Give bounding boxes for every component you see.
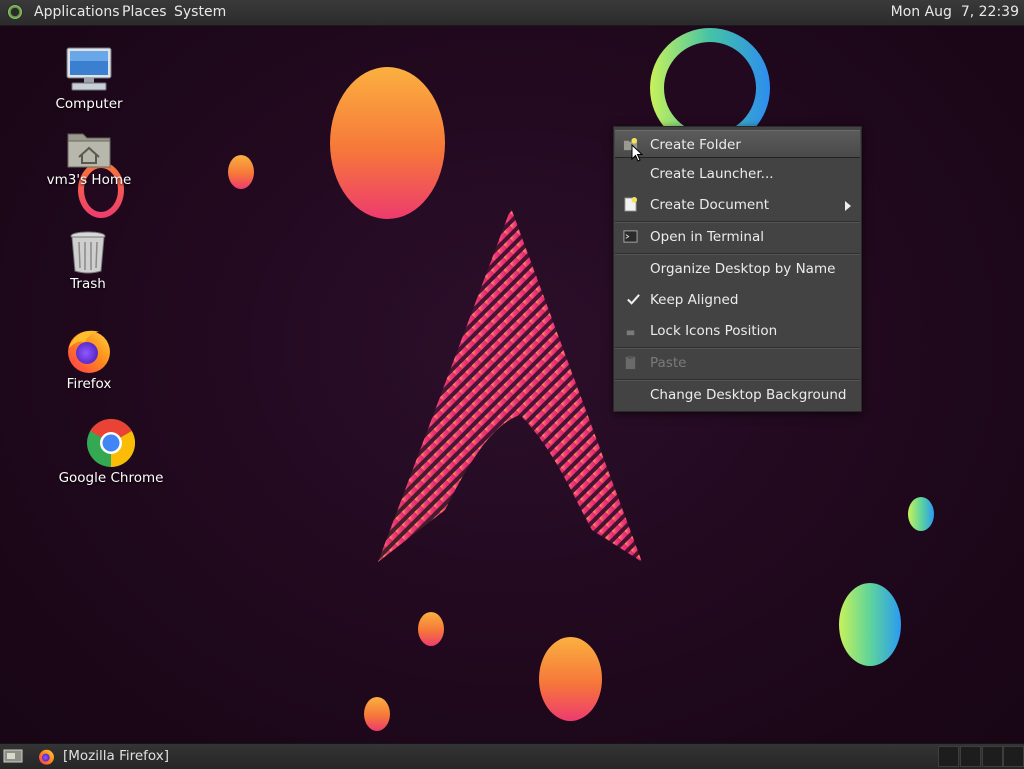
menu-item-label: Paste	[650, 355, 687, 371]
workspace-3[interactable]	[982, 746, 1003, 767]
menu-item-label: Open in Terminal	[650, 229, 764, 245]
desktop-context-menu: Create Folder Create Launcher... Create …	[613, 126, 862, 412]
taskbar-button-firefox[interactable]: [Mozilla Firefox]	[32, 746, 332, 767]
desktop-icon-label: Computer	[55, 96, 123, 112]
desktop-icon-firefox[interactable]: Firefox	[52, 326, 126, 392]
menu-item-label: Change Desktop Background	[650, 387, 847, 403]
wallpaper-bubble	[908, 497, 934, 531]
home-folder-icon	[67, 133, 111, 168]
workspace-2[interactable]	[960, 746, 981, 767]
menu-item-label: Lock Icons Position	[650, 323, 778, 339]
desktop-icon-label: Trash	[70, 276, 106, 292]
menu-item-change-background[interactable]: Change Desktop Background	[615, 381, 860, 409]
menu-item-create-launcher[interactable]: Create Launcher...	[615, 160, 860, 188]
trash-icon	[70, 231, 106, 274]
menu-item-label: Create Folder	[650, 137, 741, 153]
firefox-icon	[39, 749, 54, 765]
firefox-icon	[68, 330, 110, 373]
menu-item-open-terminal[interactable]: Open in Terminal	[615, 223, 860, 251]
submenu-arrow-icon	[845, 201, 851, 211]
menu-item-label: Keep Aligned	[650, 292, 739, 308]
wallpaper-bubble	[330, 67, 445, 219]
desktop-icon-label: Firefox	[66, 376, 112, 392]
menu-item-label: Organize Desktop by Name	[650, 261, 836, 277]
desktop-icon-chrome[interactable]: Google Chrome	[58, 418, 164, 486]
menu-item-keep-aligned[interactable]: Keep Aligned	[615, 286, 860, 314]
workspace-4[interactable]	[1003, 746, 1024, 767]
desktop-icon-computer[interactable]: Computer	[48, 46, 130, 112]
check-icon	[627, 294, 640, 305]
wallpaper-bubble	[228, 155, 254, 189]
terminal-icon	[623, 230, 638, 243]
menu-system[interactable]: System	[174, 4, 226, 21]
lock-icon	[626, 330, 635, 336]
bottom-panel: [Mozilla Firefox]	[0, 743, 1024, 769]
wallpaper-bubble	[839, 583, 901, 666]
arch-logo	[378, 208, 642, 562]
menu-applications[interactable]: Applications	[34, 4, 120, 21]
mouse-pointer-icon	[631, 144, 643, 162]
menu-item-create-folder[interactable]: Create Folder	[615, 130, 860, 158]
menu-item-label: Create Document	[650, 197, 770, 213]
top-panel: Applications Places System Mon Aug 7, 22…	[0, 0, 1024, 26]
computer-icon	[66, 47, 112, 91]
clock[interactable]: Mon Aug 7, 22:39	[891, 4, 1019, 21]
paste-icon	[625, 355, 636, 370]
menu-item-create-document[interactable]: Create Document	[615, 191, 860, 219]
desktop-icon-label: vm3's Home	[46, 172, 132, 188]
menu-item-paste[interactable]: Paste	[615, 349, 860, 377]
wallpaper-bubble	[364, 697, 390, 731]
chrome-icon	[87, 418, 136, 467]
wallpaper-bubble	[539, 637, 602, 721]
desktop-icon-trash[interactable]: Trash	[52, 230, 124, 292]
distro-logo-icon[interactable]	[7, 4, 23, 20]
taskbar-button-label: [Mozilla Firefox]	[63, 748, 170, 764]
desktop-icon-home[interactable]: vm3's Home	[45, 128, 133, 188]
menu-item-label: Create Launcher...	[650, 166, 774, 182]
show-desktop-icon[interactable]	[3, 748, 23, 764]
wallpaper-bubble	[418, 612, 444, 646]
menu-places[interactable]: Places	[122, 4, 167, 21]
menu-item-organize-by-name[interactable]: Organize Desktop by Name	[615, 255, 860, 283]
workspace-1[interactable]	[938, 746, 959, 767]
desktop-icon-label: Google Chrome	[58, 470, 164, 486]
new-document-icon	[624, 197, 638, 212]
menu-item-lock-icons[interactable]: Lock Icons Position	[615, 317, 860, 345]
